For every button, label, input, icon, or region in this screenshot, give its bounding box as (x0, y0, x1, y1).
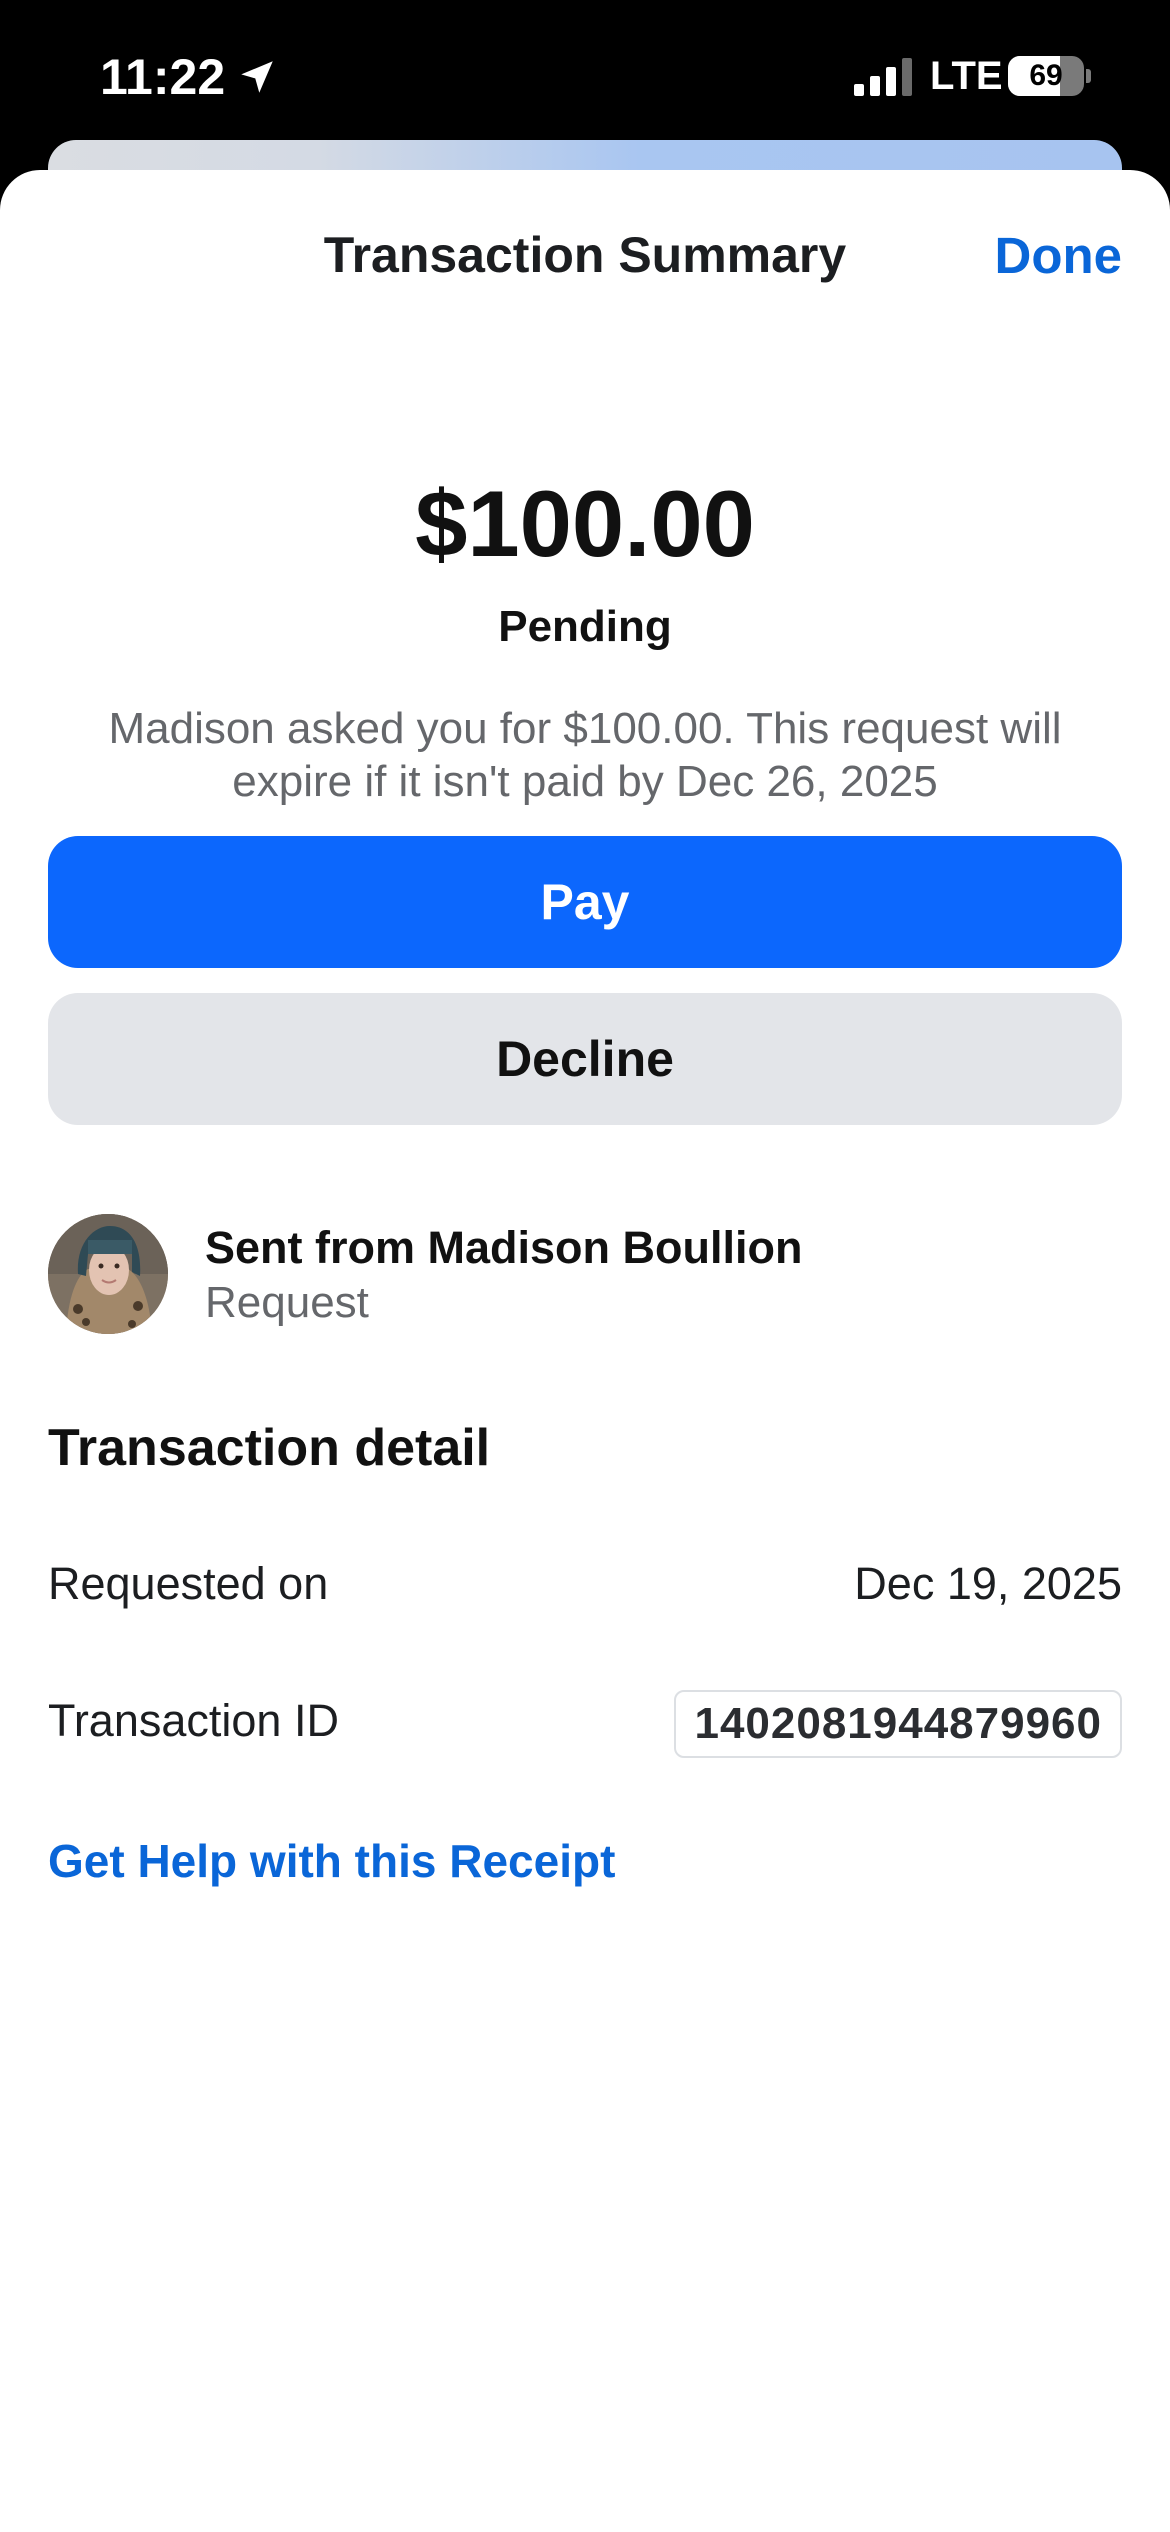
requested-on-value: Dec 19, 2025 (854, 1558, 1122, 1609)
transaction-summary-sheet: Transaction Summary Done $100.00 Pending… (0, 170, 1170, 2532)
battery-body: 69 (1008, 56, 1084, 96)
transaction-id-value[interactable]: 1402081944879960 (674, 1690, 1122, 1758)
status-text: Pending (498, 602, 672, 651)
status-bar: 11:22 LTE 69 (0, 0, 1170, 140)
requested-on-label: Requested on (48, 1558, 329, 1609)
request-note: Madison asked you for $100.00. This requ… (108, 704, 1062, 806)
decline-button[interactable]: Decline (48, 993, 1122, 1125)
transaction-detail-heading: Transaction detail (48, 1419, 491, 1477)
sender-type: Request (205, 1278, 369, 1327)
sender-name: Sent from Madison Boullion (205, 1222, 803, 1273)
pay-button[interactable]: Pay (48, 836, 1122, 968)
status-time: 11:22 (100, 49, 226, 105)
battery-cap (1086, 69, 1091, 83)
avatar (48, 1214, 168, 1334)
transaction-id-label: Transaction ID (48, 1695, 339, 1746)
cellular-signal-icon (854, 58, 912, 96)
battery-icon: 69 (1008, 56, 1091, 96)
screen: 11:22 LTE 69 Transaction Summary Done $1… (0, 0, 1170, 2532)
done-button[interactable]: Done (995, 226, 1123, 285)
avatar-photo (48, 1214, 168, 1334)
network-label: LTE (930, 54, 1003, 98)
amount: $100.00 (415, 471, 755, 576)
sender-row: Sent from Madison Boullion Request (48, 1214, 1122, 1338)
get-help-link[interactable]: Get Help with this Receipt (48, 1834, 615, 1888)
battery-level: 69 (1029, 59, 1063, 92)
location-arrow-icon (241, 61, 273, 93)
